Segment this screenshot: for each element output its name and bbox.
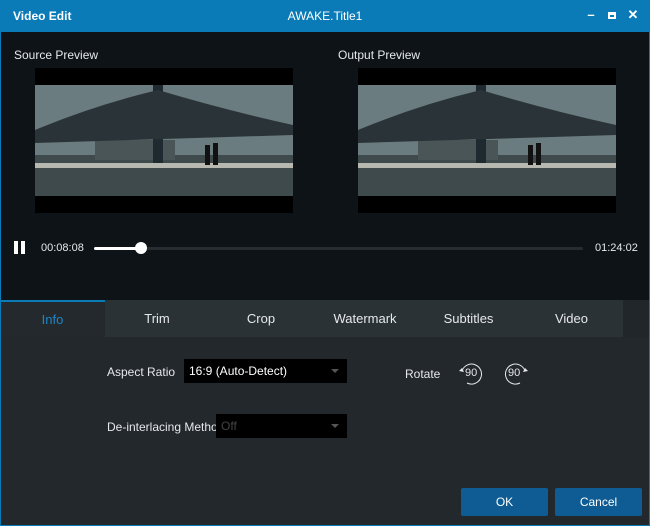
source-preview-label: Source Preview <box>14 48 99 62</box>
aspect-ratio-label: Aspect Ratio <box>107 365 176 379</box>
video-frame-image <box>35 85 293 196</box>
preview-area: Source Preview Output Preview 00:08:08 0… <box>0 32 650 300</box>
tab-crop[interactable]: Crop <box>209 300 313 337</box>
ok-button[interactable]: OK <box>461 488 548 516</box>
rotate-left-button[interactable]: 90 <box>459 362 483 386</box>
total-time: 01:24:02 <box>595 242 638 254</box>
source-preview-video <box>35 68 293 213</box>
pause-button[interactable] <box>14 241 26 254</box>
deinterlace-select[interactable]: Off <box>216 414 347 438</box>
aspect-ratio-select[interactable]: 16:9 (Auto-Detect) <box>184 359 347 383</box>
seek-progress <box>94 247 142 250</box>
tab-video[interactable]: Video <box>520 300 623 337</box>
rotate-label: Rotate <box>405 367 441 381</box>
seek-slider[interactable] <box>94 242 583 254</box>
rotate-left-degrees: 90 <box>465 367 478 379</box>
aspect-ratio-value: 16:9 (Auto-Detect) <box>189 364 288 378</box>
maximize-icon[interactable] <box>604 7 620 23</box>
seek-handle[interactable] <box>135 242 148 254</box>
deinterlace-label: De-interlacing Method <box>107 420 225 434</box>
tab-subtitles[interactable]: Subtitles <box>417 300 520 337</box>
rotate-right-button[interactable]: 90 <box>504 362 528 386</box>
output-preview-video <box>358 68 616 213</box>
chevron-down-icon <box>331 424 339 428</box>
close-icon[interactable]: ✕ <box>625 7 641 23</box>
tab-watermark[interactable]: Watermark <box>313 300 417 337</box>
minimize-icon[interactable]: – <box>583 7 599 23</box>
output-preview-label: Output Preview <box>338 48 421 62</box>
current-time: 00:08:08 <box>41 242 84 254</box>
title-bar: Video Edit AWAKE.Title1 – ✕ <box>0 0 650 32</box>
tab-trim[interactable]: Trim <box>105 300 209 337</box>
document-title: AWAKE.Title1 <box>287 9 363 23</box>
tab-info[interactable]: Info <box>0 300 105 337</box>
chevron-down-icon <box>331 369 339 373</box>
deinterlace-value: Off <box>221 419 237 433</box>
tab-bar: Info Trim Crop Watermark Subtitles Video <box>0 300 650 337</box>
cancel-button[interactable]: Cancel <box>555 488 642 516</box>
video-frame-image <box>358 85 616 196</box>
rotate-right-degrees: 90 <box>508 367 521 379</box>
